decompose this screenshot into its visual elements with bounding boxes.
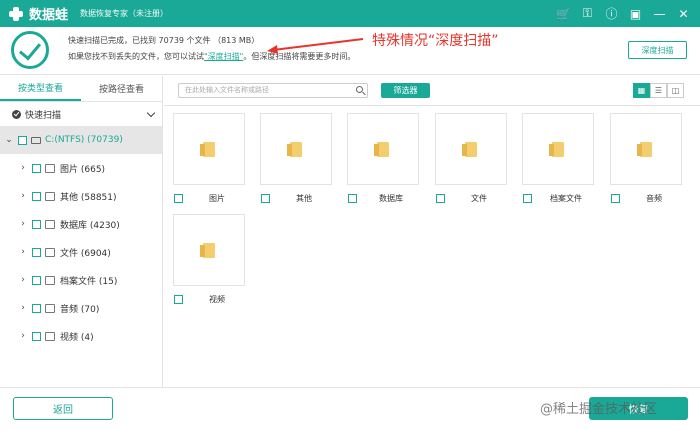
- view-tabs: 按类型查看 按路径查看: [0, 76, 162, 102]
- footer-bar: 返回 恢复 @稀土掘金技术社区: [0, 387, 700, 430]
- chevron-right-icon[interactable]: ›: [18, 247, 28, 257]
- drive-node[interactable]: ⌄ C:(NTFS) (70739): [0, 126, 162, 154]
- folder-icon: [287, 141, 302, 157]
- card-checkbox[interactable]: [436, 194, 445, 203]
- folder-icon: [549, 141, 564, 157]
- tab-by-path[interactable]: 按路径查看: [81, 76, 162, 101]
- list-view-icon[interactable]: ☰: [650, 83, 667, 98]
- folder-thumbnail[interactable]: [347, 113, 419, 185]
- deep-scan-link[interactable]: "深度扫描": [204, 52, 243, 61]
- folder-card-other[interactable]: 其他: [260, 113, 332, 203]
- tree-node-documents[interactable]: › 文件 (6904): [0, 238, 162, 266]
- folder-card-database[interactable]: 数据库: [347, 113, 419, 203]
- node-checkbox[interactable]: [32, 303, 41, 313]
- folder-card-documents[interactable]: 文件: [435, 113, 507, 203]
- image-icon: [45, 163, 55, 173]
- app-subtitle: 数据恢复专家（未注册）: [80, 9, 169, 18]
- folder-icon: [45, 191, 55, 201]
- folder-card-images[interactable]: 图片: [173, 113, 245, 203]
- search-input[interactable]: 在此处输入文件名称或路径: [178, 83, 368, 98]
- file-grid: 图片 其他 数据库 文件 档案文件 音频 视频: [164, 107, 700, 387]
- drive-icon: [31, 136, 41, 144]
- tree-node-other[interactable]: › 其他 (58851): [0, 182, 162, 210]
- card-checkbox[interactable]: [261, 194, 270, 203]
- folder-icon: [374, 141, 389, 157]
- tree-node-database[interactable]: › 数据库 (4230): [0, 210, 162, 238]
- view-mode-switcher: ▦ ☰ ◫: [633, 83, 684, 98]
- chevron-down-icon[interactable]: [146, 108, 156, 118]
- scan-status-banner: 快速扫描已完成，已找到 70739 个文件 （813 MB） 如果您找不到丢失的…: [0, 27, 700, 75]
- quick-scan-header[interactable]: 快速扫描: [0, 102, 162, 126]
- node-checkbox[interactable]: [32, 275, 41, 285]
- folder-thumbnail[interactable]: [173, 214, 245, 286]
- annotation-arrow-icon: [267, 38, 364, 54]
- card-checkbox[interactable]: [174, 295, 183, 304]
- folder-card-archives[interactable]: 档案文件: [522, 113, 594, 203]
- folder-icon: [637, 141, 652, 157]
- folder-card-video[interactable]: 视频: [173, 214, 245, 304]
- folder-thumbnail[interactable]: [173, 113, 245, 185]
- chevron-right-icon[interactable]: ›: [18, 163, 28, 173]
- drive-label: C:(NTFS) (70739): [45, 135, 123, 145]
- audio-icon: [45, 303, 55, 313]
- tree-node-archives[interactable]: › 档案文件 (15): [0, 266, 162, 294]
- chevron-down-icon[interactable]: ⌄: [4, 135, 14, 145]
- check-icon: [11, 31, 49, 69]
- node-checkbox[interactable]: [32, 191, 41, 201]
- file-count: 70739: [158, 36, 184, 45]
- card-checkbox[interactable]: [523, 194, 532, 203]
- search-icon[interactable]: [356, 86, 363, 93]
- folder-thumbnail[interactable]: [522, 113, 594, 185]
- node-checkbox[interactable]: [32, 163, 41, 173]
- tree-node-images[interactable]: › 图片 (665): [0, 154, 162, 182]
- card-checkbox[interactable]: [348, 194, 357, 203]
- app-name: 数据蛙: [29, 8, 69, 23]
- watermark: @稀土掘金技术社区: [540, 402, 658, 417]
- folder-card-audio[interactable]: 音频: [610, 113, 682, 203]
- close-icon[interactable]: ✕: [675, 5, 692, 22]
- key-icon[interactable]: ⚿: [579, 5, 596, 22]
- node-checkbox[interactable]: [32, 331, 41, 341]
- cart-icon[interactable]: 🛒: [555, 5, 572, 22]
- tab-by-type[interactable]: 按类型查看: [0, 76, 81, 101]
- chevron-right-icon[interactable]: ›: [18, 191, 28, 201]
- detail-view-icon[interactable]: ◫: [667, 83, 684, 98]
- minimize-icon[interactable]: —: [651, 5, 668, 22]
- video-icon: [45, 331, 55, 341]
- help-icon[interactable]: ⓘ: [603, 5, 620, 22]
- card-checkbox[interactable]: [174, 194, 183, 203]
- logo-icon: [8, 6, 24, 22]
- save-icon[interactable]: ▣: [627, 5, 644, 22]
- filter-button[interactable]: 筛选器: [381, 83, 430, 98]
- drive-checkbox[interactable]: [18, 135, 27, 145]
- folder-thumbnail[interactable]: [435, 113, 507, 185]
- folder-thumbnail[interactable]: [260, 113, 332, 185]
- annotation-text: 特殊情况“深度扫描”: [372, 33, 499, 49]
- folder-icon: [200, 141, 215, 157]
- scan-result-text: 快速扫描已完成，已找到 70739 个文件 （813 MB）: [68, 36, 260, 45]
- node-checkbox[interactable]: [32, 219, 41, 229]
- sidebar: 按类型查看 按路径查看 快速扫描 ⌄ C:(NTFS) (70739) › 图片…: [0, 76, 163, 387]
- document-icon: [45, 247, 55, 257]
- title-bar: 数据蛙 数据恢复专家（未注册） 🛒 ⚿ ⓘ ▣ — ✕: [0, 0, 700, 27]
- grid-view-icon[interactable]: ▦: [633, 83, 650, 98]
- checked-circle-icon: [12, 109, 21, 119]
- deep-scan-button[interactable]: 深度扫描: [628, 41, 687, 59]
- chevron-right-icon[interactable]: ›: [18, 331, 28, 341]
- tree-node-video[interactable]: › 视频 (4): [0, 322, 162, 350]
- database-icon: [45, 219, 55, 229]
- node-checkbox[interactable]: [32, 247, 41, 257]
- folder-icon: [462, 141, 477, 157]
- content-toolbar: 在此处输入文件名称或路径 筛选器 ▦ ☰ ◫: [164, 76, 700, 106]
- back-button[interactable]: 返回: [13, 397, 113, 420]
- chevron-right-icon[interactable]: ›: [18, 219, 28, 229]
- chevron-right-icon[interactable]: ›: [18, 303, 28, 313]
- chevron-right-icon[interactable]: ›: [18, 275, 28, 285]
- folder-thumbnail[interactable]: [610, 113, 682, 185]
- folder-icon: [200, 242, 215, 258]
- tree-node-audio[interactable]: › 音频 (70): [0, 294, 162, 322]
- archive-icon: [45, 275, 55, 285]
- total-size: 813 MB: [221, 36, 252, 45]
- card-checkbox[interactable]: [611, 194, 620, 203]
